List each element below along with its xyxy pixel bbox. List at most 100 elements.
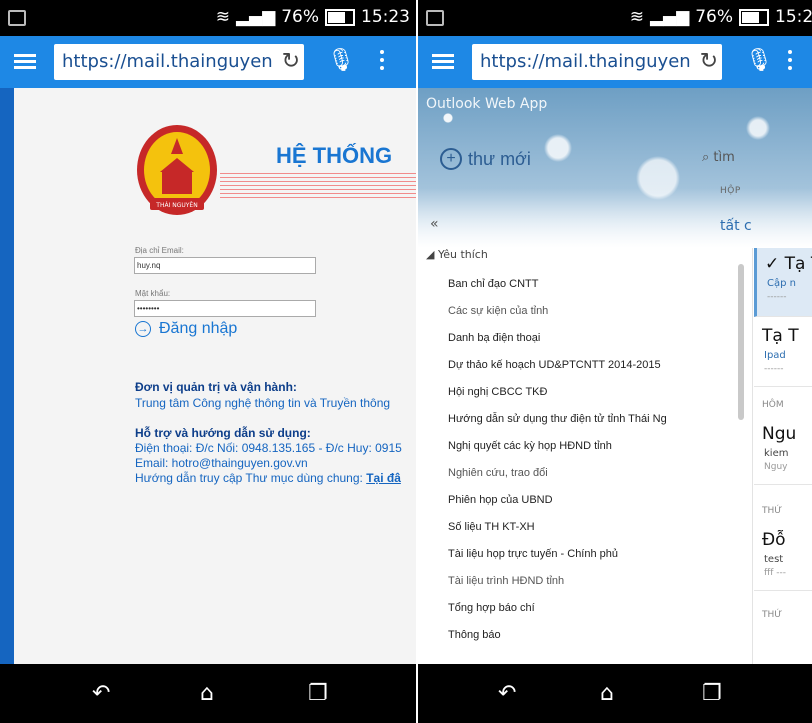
right-phone-screen: ≋ ▂▄▆ 76% 15:23 https://mail.thainguyen … bbox=[418, 0, 812, 723]
owa-brand: Outlook Web App bbox=[426, 96, 548, 112]
email-label: Địa chỉ Email: bbox=[135, 246, 184, 255]
reload-icon[interactable]: ↻ bbox=[279, 49, 300, 74]
owa-header-banner: Outlook Web App + thư mới ⌕ tìm HỘP tất … bbox=[418, 88, 812, 248]
folder-item[interactable]: Nghị quyết các kỳ họp HĐND tỉnh bbox=[448, 440, 612, 452]
microphone-icon[interactable]: 🎙 bbox=[745, 48, 773, 73]
left-accent-strip bbox=[0, 88, 14, 664]
message-item[interactable]: ✓ Tạ T Cập n ------ bbox=[754, 248, 812, 317]
android-nav-bar: ↶ ⌂ ❐ bbox=[418, 664, 812, 723]
folder-item[interactable]: Số liệu TH KT-XH bbox=[448, 521, 535, 533]
group-header: HÔM bbox=[762, 400, 784, 410]
arrow-right-icon: → bbox=[135, 321, 151, 337]
back-icon[interactable]: ↶ bbox=[498, 681, 516, 706]
overflow-menu-icon[interactable] bbox=[788, 50, 794, 74]
favorites-header[interactable]: ◢ Yêu thích bbox=[426, 248, 488, 261]
message-sender: Đỗ bbox=[762, 530, 786, 550]
message-sender: ✓ Tạ T bbox=[765, 254, 812, 274]
message-preview: fff --- bbox=[764, 568, 786, 578]
email-input[interactable]: huy.nq bbox=[134, 257, 316, 274]
message-subject: Cập n bbox=[767, 278, 796, 289]
url-field[interactable]: https://mail.thainguyen ↻ bbox=[472, 44, 722, 80]
reload-icon[interactable]: ↻ bbox=[697, 49, 718, 74]
folder-item[interactable]: Thông báo bbox=[448, 629, 501, 641]
hamburger-menu-icon[interactable] bbox=[14, 54, 36, 70]
microphone-icon[interactable]: 🎙 bbox=[327, 48, 355, 73]
folder-scrollbar[interactable] bbox=[738, 264, 744, 420]
search-icon: ⌕ bbox=[702, 150, 710, 165]
url-text: https://mail.thainguyen bbox=[480, 51, 691, 72]
filter-all-link[interactable]: tất c bbox=[720, 218, 752, 234]
message-item[interactable]: Đỗ test fff --- bbox=[754, 524, 812, 591]
collapse-pane-icon[interactable]: « bbox=[430, 216, 439, 232]
folder-item[interactable]: Phiên họp của UBND bbox=[448, 494, 553, 506]
folder-item[interactable]: Ban chỉ đạo CNTT bbox=[448, 278, 538, 290]
folder-item[interactable]: Nghiên cứu, trao đổi bbox=[448, 467, 548, 479]
battery-percent: 76% bbox=[695, 7, 733, 27]
battery-icon bbox=[739, 8, 769, 26]
android-nav-bar: ↶ ⌂ ❐ bbox=[0, 664, 416, 723]
message-subject: kiem bbox=[764, 448, 789, 459]
operator-value: Trung tâm Công nghệ thông tin và Truyền … bbox=[135, 396, 391, 410]
password-input[interactable]: •••••••• bbox=[134, 300, 316, 317]
recent-apps-icon[interactable]: ❐ bbox=[702, 681, 722, 706]
message-sender: Tạ T bbox=[762, 326, 799, 346]
message-subject: test bbox=[764, 554, 784, 565]
decorative-stripes bbox=[220, 173, 416, 201]
support-guide: Hướng dẫn truy cập Thư mục dùng chung: bbox=[135, 471, 363, 485]
support-phone: Điện thoại: Đ/c Nối: 0948.135.165 - Đ/c … bbox=[135, 441, 402, 455]
url-text: https://mail.thainguyen bbox=[62, 51, 273, 72]
folder-item[interactable]: Hướng dẫn sử dụng thư điện tử tỉnh Thái … bbox=[448, 413, 667, 425]
folder-item[interactable]: Các sự kiện của tỉnh bbox=[448, 305, 548, 317]
emblem-caption: THÁI NGUYÊN bbox=[155, 201, 197, 209]
new-mail-button[interactable]: + thư mới bbox=[440, 148, 531, 170]
message-item[interactable]: Ngu kiem Nguy bbox=[754, 418, 812, 485]
group-header: THỨ bbox=[762, 506, 782, 516]
folder-item[interactable]: Hội nghị CBCC TKĐ bbox=[448, 386, 547, 398]
folder-item[interactable]: Danh bạ điện thoại bbox=[448, 332, 540, 344]
login-button[interactable]: → Đăng nhập bbox=[135, 320, 237, 338]
message-preview: Nguy bbox=[764, 462, 788, 472]
left-phone-screen: ≋ ▂▄▆ 76% 15:23 https://mail.thainguyen … bbox=[0, 0, 416, 723]
province-emblem: THÁI NGUYÊN bbox=[137, 125, 217, 215]
search-placeholder: tìm bbox=[713, 150, 735, 165]
system-title: HỆ THỐNG bbox=[276, 143, 393, 168]
message-subject: Ipad bbox=[764, 350, 786, 361]
hamburger-menu-icon[interactable] bbox=[432, 54, 454, 70]
notification-icon bbox=[426, 10, 444, 26]
home-icon[interactable]: ⌂ bbox=[200, 681, 214, 706]
support-email: Email: hotro@thainguyen.gov.vn bbox=[135, 456, 308, 470]
support-guide-link[interactable]: Tại đâ bbox=[366, 471, 401, 485]
home-icon[interactable]: ⌂ bbox=[600, 681, 614, 706]
battery-icon bbox=[325, 8, 355, 26]
outlook-web-app: Outlook Web App + thư mới ⌕ tìm HỘP tất … bbox=[418, 88, 812, 668]
message-preview: ------ bbox=[767, 292, 787, 302]
message-sender: Ngu bbox=[762, 424, 797, 444]
message-item[interactable]: Tạ T Ipad ------ bbox=[754, 320, 812, 387]
pane-divider bbox=[752, 248, 753, 668]
url-field[interactable]: https://mail.thainguyen ↻ bbox=[54, 44, 304, 80]
inbox-heading: HỘP bbox=[720, 186, 741, 196]
folder-item[interactable]: Tổng hợp báo chí bbox=[448, 602, 535, 614]
message-preview: ------ bbox=[764, 364, 784, 374]
password-label: Mật khẩu: bbox=[135, 289, 171, 298]
overflow-menu-icon[interactable] bbox=[380, 50, 386, 74]
search-input[interactable]: ⌕ tìm bbox=[702, 150, 735, 165]
clock: 15:23 bbox=[361, 7, 410, 27]
status-bar: ≋ ▂▄▆ 76% 15:23 bbox=[0, 0, 416, 36]
recent-apps-icon[interactable]: ❐ bbox=[308, 681, 328, 706]
clock: 15:23 bbox=[775, 7, 812, 27]
wifi-icon: ≋ bbox=[629, 7, 644, 27]
browser-toolbar: https://mail.thainguyen ↻ 🎙 bbox=[418, 36, 812, 88]
folder-item[interactable]: Tài liệu trình HĐND tỉnh bbox=[448, 575, 564, 587]
operator-heading: Đơn vị quản trị và vận hành: bbox=[135, 380, 297, 394]
folder-item[interactable]: Tài liệu họp trực tuyến - Chính phủ bbox=[448, 548, 618, 560]
support-heading: Hỗ trợ và hướng dẫn sử dụng: bbox=[135, 426, 311, 440]
folder-item[interactable]: Dự thảo kế hoạch UD&PTCNTT 2014-2015 bbox=[448, 359, 661, 371]
wifi-icon: ≋ bbox=[215, 7, 230, 27]
group-header: THỨ bbox=[762, 610, 782, 620]
new-mail-label: thư mới bbox=[468, 148, 531, 169]
status-bar: ≋ ▂▄▆ 76% 15:23 bbox=[418, 0, 812, 36]
back-icon[interactable]: ↶ bbox=[92, 681, 110, 706]
login-page: THÁI NGUYÊN HỆ THỐNG Địa chỉ Email: huy.… bbox=[0, 88, 416, 664]
login-button-label: Đăng nhập bbox=[159, 320, 238, 337]
